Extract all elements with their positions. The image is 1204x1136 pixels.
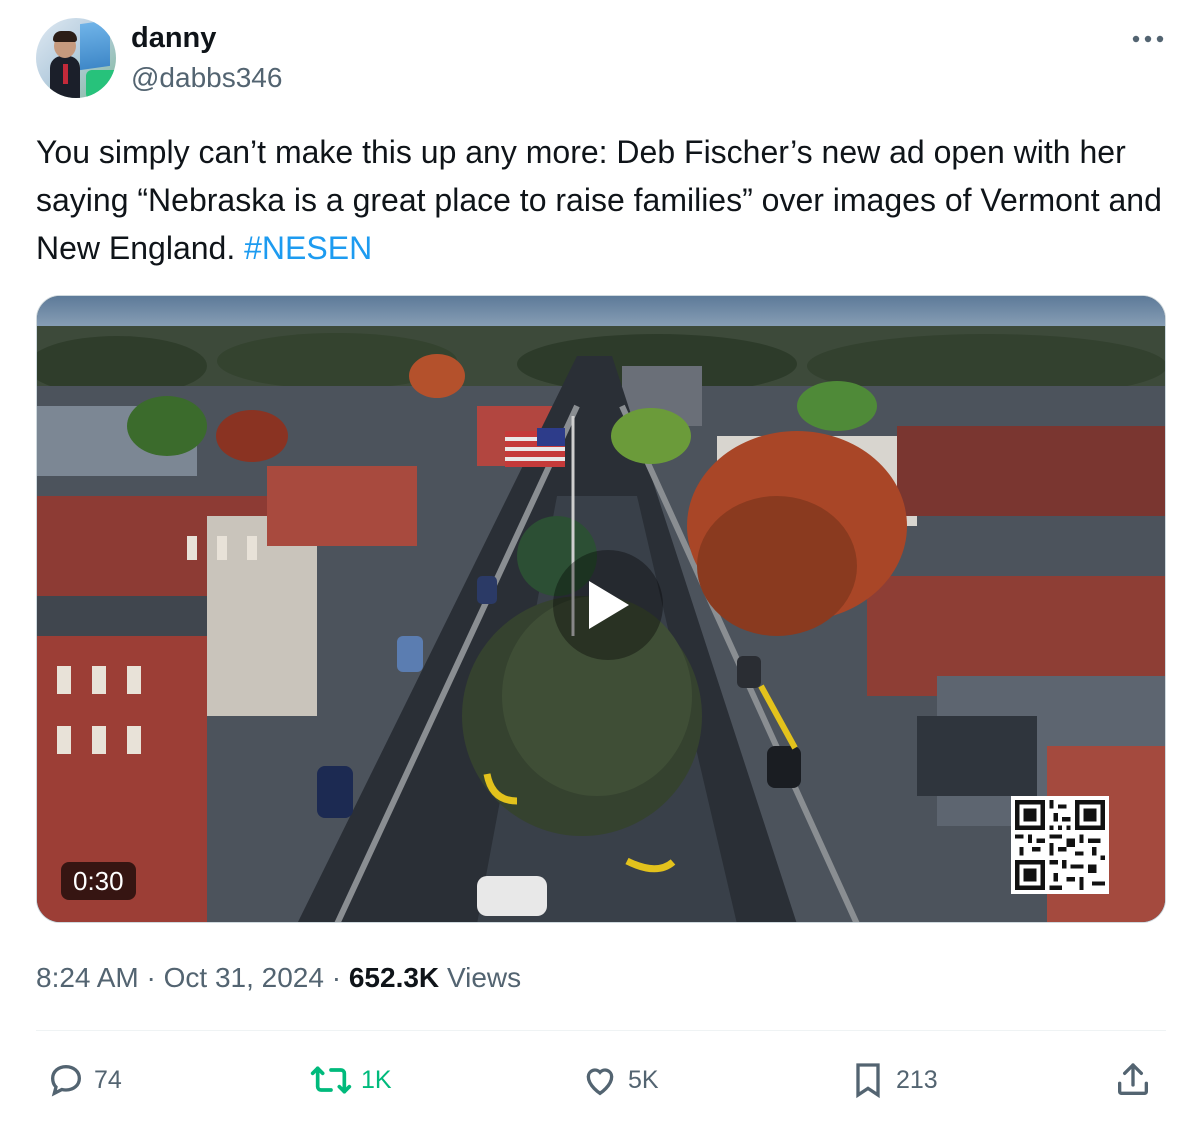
views-label: Views [446, 962, 522, 993]
tweet-body: You simply can’t make this up any more: … [36, 134, 1162, 266]
avatar[interactable] [36, 18, 116, 98]
handle[interactable]: @dabbs346 [131, 60, 282, 96]
like-count: 5K [628, 1065, 659, 1094]
bookmark-button[interactable]: 213 [848, 1058, 938, 1102]
heart-icon [586, 1068, 614, 1096]
share-button[interactable] [1113, 1058, 1161, 1102]
play-button[interactable] [553, 550, 663, 660]
tweet: danny @dabbs346 You simply can’t make th… [0, 0, 1204, 1136]
tweet-time[interactable]: 8:24 AM [36, 962, 139, 993]
reply-icon [50, 1064, 82, 1097]
meta-separator: · [331, 962, 342, 993]
qr-code-icon [1015, 800, 1105, 890]
hashtag-link[interactable]: #NESEN [244, 230, 372, 266]
share-icon [1118, 1063, 1148, 1095]
tweet-text: You simply can’t make this up any more: … [36, 128, 1176, 272]
tweet-date[interactable]: Oct 31, 2024 [164, 962, 324, 993]
reply-count: 74 [94, 1065, 122, 1094]
video-duration: 0:30 [61, 862, 136, 900]
tweet-metadata: 8:24 AM · Oct 31, 2024 · 652.3K Views [36, 958, 521, 998]
action-bar: 74 1K 5K 213 [0, 1058, 1204, 1102]
like-button[interactable]: 5K [580, 1058, 659, 1102]
play-icon [589, 581, 629, 629]
views-count: 652.3K [348, 962, 440, 993]
more-options-button[interactable] [1126, 24, 1170, 54]
bookmark-count: 213 [896, 1065, 938, 1094]
retweet-count: 1K [361, 1065, 392, 1094]
video-player[interactable]: 0:30 [36, 295, 1166, 923]
meta-separator: · [146, 962, 156, 993]
divider [36, 1030, 1166, 1031]
retweet-icon [310, 1066, 352, 1094]
more-icon [1132, 35, 1164, 43]
retweet-button[interactable]: 1K [309, 1058, 392, 1102]
display-name[interactable]: danny [131, 20, 216, 56]
qr-code [1011, 796, 1109, 894]
bookmark-icon [856, 1063, 880, 1099]
reply-button[interactable]: 74 [46, 1058, 122, 1102]
